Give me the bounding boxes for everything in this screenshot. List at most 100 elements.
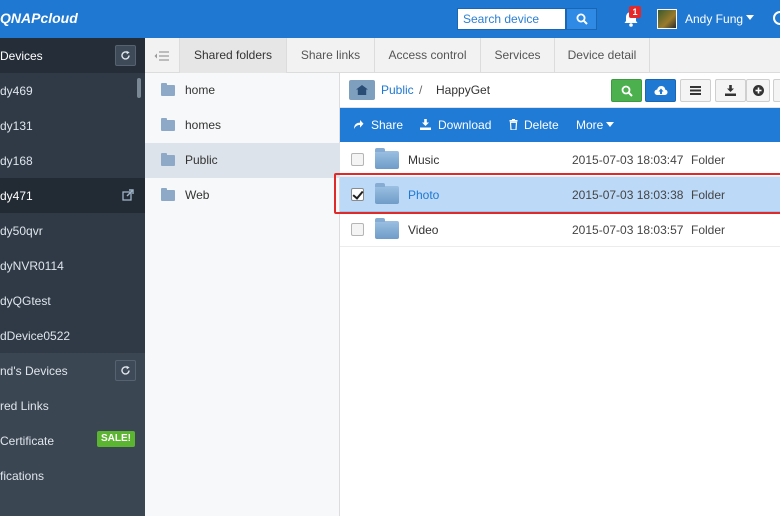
tree-item-label: home [185,83,216,97]
download-icon [420,119,431,130]
share-button[interactable]: Share [371,118,403,132]
tab-services[interactable]: Services [481,38,555,73]
tree-item-home[interactable]: home [145,73,340,108]
more-button[interactable]: More [576,118,603,132]
share-icon [354,120,364,129]
view-mode-button[interactable] [680,79,711,102]
sidebar-section-title: Devices [0,49,43,63]
globe-icon[interactable] [773,11,780,25]
cloud-upload-icon [654,86,667,95]
sidebar-device-item[interactable]: dy50qvr [0,213,145,248]
plus-circle-icon [752,85,764,96]
tab-shared-folders[interactable]: Shared folders [180,38,287,73]
toggle-tree-button[interactable] [145,38,180,73]
tree-item-label: Web [185,188,210,202]
tree-item-web[interactable]: Web [145,178,340,213]
sidebar-item-label: nd's Devices [0,364,68,378]
device-label: dy471 [0,189,33,203]
file-row[interactable]: Video 2015-07-03 18:03:57 Folder [340,212,780,247]
refresh-friends-button[interactable] [115,360,136,381]
search-button[interactable] [566,8,597,30]
sidebar-header: Devices [0,38,145,73]
folder-icon [161,153,175,166]
sidebar-item-label: fications [0,469,45,483]
folder-icon [161,188,175,201]
device-label: dy168 [0,154,33,168]
device-label: dy50qvr [0,224,43,238]
tree-item-label: homes [185,118,222,132]
refresh-icon [121,50,130,60]
trash-icon [509,119,518,130]
file-type: Folder [691,223,726,237]
sidebar-device-item[interactable]: dy469 [0,73,145,108]
sidebar-item-shared-links[interactable]: red Links [0,388,145,423]
sidebar-item-notifications[interactable]: fications [0,458,145,493]
file-name[interactable]: Video [408,223,438,237]
search-icon [621,85,633,97]
file-modified: 2015-07-03 18:03:47 [572,153,684,167]
tab-bar: Shared folders Share links Access contro… [145,38,780,73]
tree-item-homes[interactable]: homes [145,108,340,143]
delete-button[interactable]: Delete [524,118,559,132]
tree-item-label: Public [185,153,218,167]
device-label: dy131 [0,119,33,133]
sidebar: Devices dy469 dy131 dy168 dy471 dy50qvr … [0,38,145,516]
sidebar-lower-section: nd's Devices red Links Certificate SALE!… [0,353,145,516]
list-view-icon [690,86,701,95]
upload-button[interactable] [645,79,676,102]
folder-icon [375,148,399,169]
search-input[interactable] [458,9,565,29]
folder-icon [375,218,399,239]
row-checkbox[interactable] [351,223,364,236]
breadcrumb-root[interactable]: Public [381,83,414,97]
refresh-devices-button[interactable] [115,45,136,66]
sidebar-device-item[interactable]: dyNVR0114 [0,248,145,283]
sale-badge: SALE! [97,431,135,447]
sidebar-item-label: Certificate [0,434,55,448]
file-type: Folder [691,153,726,167]
search-files-button[interactable] [611,79,642,102]
device-label: dyQGtest [0,294,51,308]
sidebar-item-friends-devices[interactable]: nd's Devices [0,353,145,388]
refresh-icon [121,365,130,375]
list-toggle-icon [154,50,169,61]
tab-device-detail[interactable]: Device detail [555,38,650,73]
sidebar-device-item[interactable]: dDevice0522 [0,318,145,353]
sidebar-item-ssl-certificate[interactable]: Certificate SALE! [0,423,145,458]
folder-icon [161,83,175,96]
brand-logo[interactable]: QNAPcloud [0,10,78,26]
external-link-icon[interactable] [122,189,134,201]
avatar[interactable] [657,9,677,29]
file-modified: 2015-07-03 18:03:57 [572,223,684,237]
tree-item-public[interactable]: Public [145,143,340,178]
download-button[interactable]: Download [438,118,491,132]
more-toolbar-button[interactable] [773,79,780,102]
download-icon [725,85,736,96]
breadcrumb-bar: Public / HappyGet [340,73,780,108]
file-name[interactable]: Music [408,153,439,167]
breadcrumb-separator: / [419,83,423,97]
tab-share-links[interactable]: Share links [287,38,375,73]
file-row[interactable]: Music 2015-07-03 18:03:47 Folder [340,142,780,177]
search-box[interactable] [457,8,566,30]
device-label: dDevice0522 [0,329,71,343]
search-icon [576,13,588,25]
annotation-highlight-box [334,173,780,214]
chevron-down-icon[interactable] [746,15,754,20]
notification-count-badge: 1 [629,6,641,18]
sidebar-device-item-active[interactable]: dy471 [0,178,145,213]
top-bar: QNAPcloud 1 Andy Fung [0,0,780,38]
device-label: dyNVR0114 [0,259,64,273]
folder-icon [161,118,175,131]
sidebar-device-item[interactable]: dy131 [0,108,145,143]
add-button[interactable] [746,79,770,102]
tab-access-control[interactable]: Access control [375,38,481,73]
row-checkbox[interactable] [351,153,364,166]
user-name[interactable]: Andy Fung [685,12,743,26]
download-to-button[interactable] [715,79,746,102]
sidebar-device-item[interactable]: dyQGtest [0,283,145,318]
sidebar-device-item[interactable]: dy168 [0,143,145,178]
home-icon[interactable] [349,80,375,100]
folder-tree: home homes Public Web [145,73,340,516]
chevron-down-icon [606,122,614,127]
